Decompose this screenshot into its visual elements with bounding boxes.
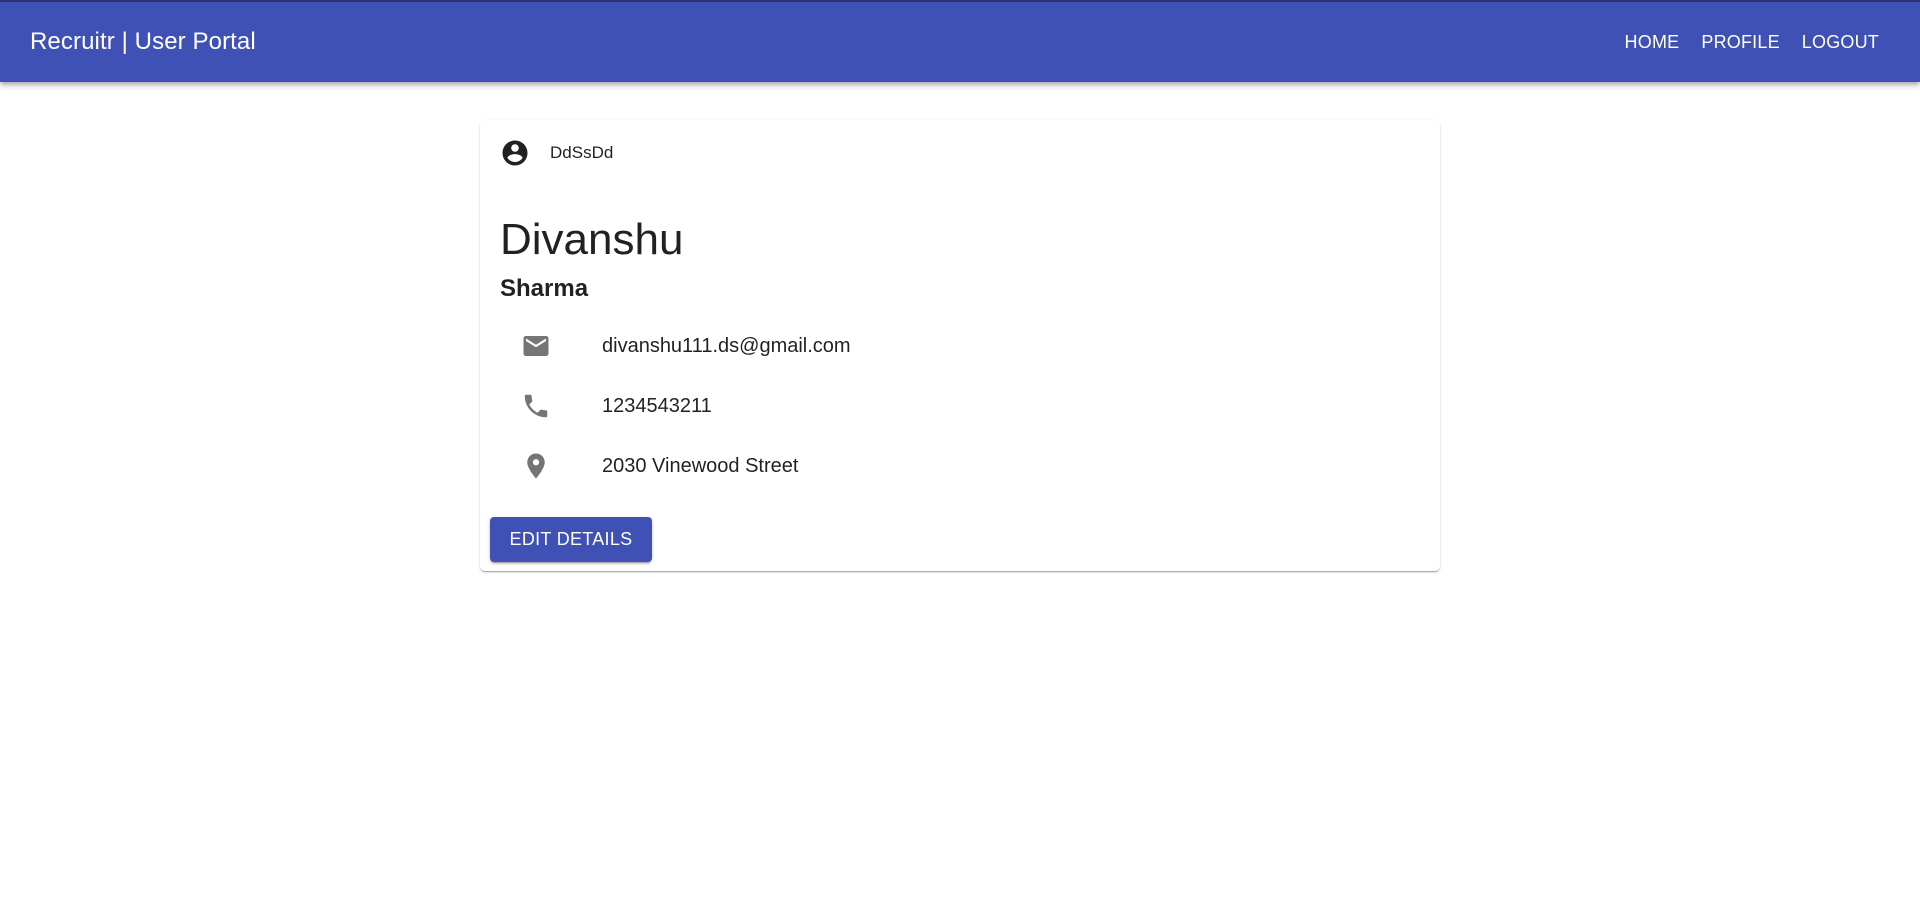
nav-logout-link[interactable]: LOGOUT [1791, 24, 1890, 61]
phone-value: 1234543211 [602, 394, 712, 417]
first-name: Divanshu [500, 215, 684, 264]
app-title: Recruitr | User Portal [30, 28, 256, 55]
top-nav: HOME PROFILE LOGOUT [1614, 24, 1890, 61]
app-bar: Recruitr | User Portal HOME PROFILE LOGO… [0, 0, 1920, 82]
phone-item: 1234543211 [520, 376, 1400, 436]
edit-details-button[interactable]: EDIT DETAILS [490, 517, 652, 562]
location-pin-icon [520, 451, 552, 481]
email-value: divanshu111.ds@gmail.com [602, 334, 851, 357]
email-item: divanshu111.ds@gmail.com [520, 316, 1400, 376]
profile-card-header: DdSsDd [500, 138, 613, 168]
account-circle-icon [500, 138, 530, 168]
nav-profile-link[interactable]: PROFILE [1690, 24, 1790, 61]
phone-icon [520, 391, 552, 421]
profile-card: DdSsDd Divanshu Sharma divanshu111.ds@gm… [480, 120, 1440, 571]
email-icon [520, 331, 552, 361]
username: DdSsDd [550, 143, 614, 162]
contact-details-list: divanshu111.ds@gmail.com 1234543211 2030… [520, 316, 1400, 496]
nav-home-link[interactable]: HOME [1614, 24, 1691, 61]
address-value: 2030 Vinewood Street [602, 454, 799, 477]
last-name: Sharma [500, 275, 589, 302]
address-item: 2030 Vinewood Street [520, 436, 1400, 496]
